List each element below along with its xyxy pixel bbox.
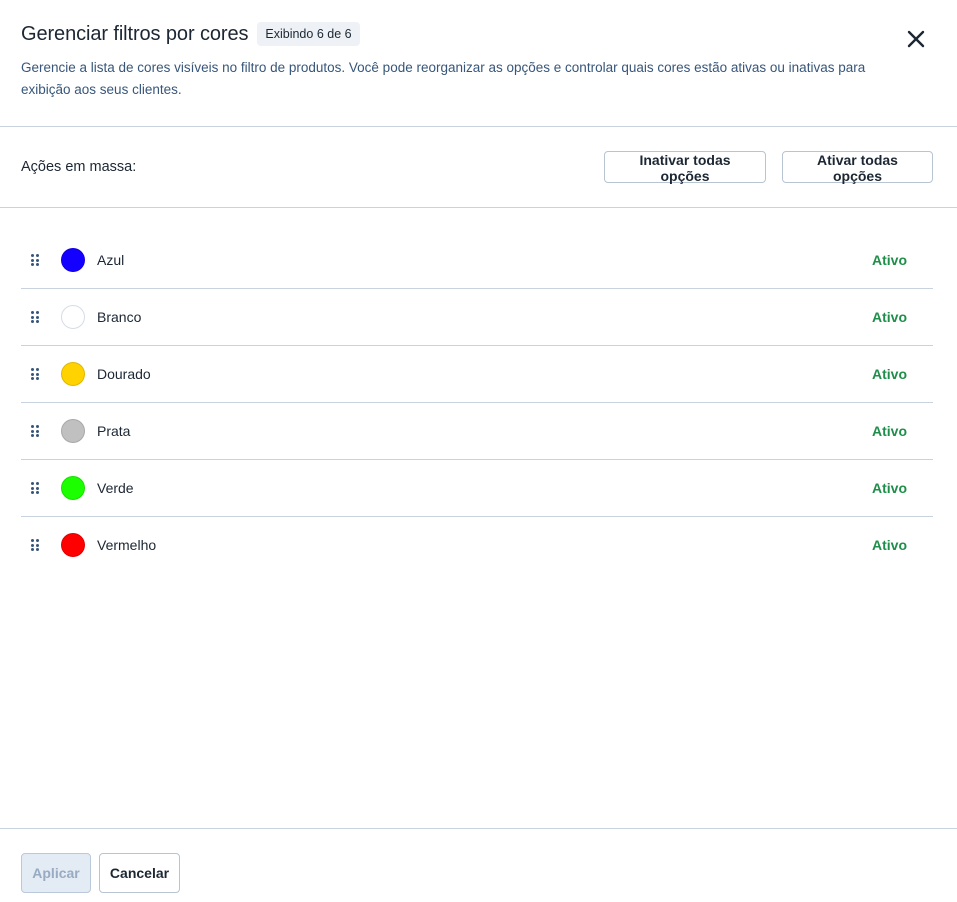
drag-dot (36, 543, 39, 547)
color-row: Azul Ativo (21, 232, 933, 289)
drag-dot (36, 377, 39, 380)
color-swatch (61, 248, 85, 272)
bulk-actions-label: Ações em massa: (21, 159, 137, 175)
color-list: Azul Ativo Branco Ativo Dourado Ativo Prata Ati… (21, 232, 933, 574)
drag-dot (31, 320, 34, 323)
drag-dot (31, 548, 34, 551)
color-name: Verde (97, 480, 134, 496)
status-toggle[interactable]: Ativo (872, 423, 907, 439)
drag-dot (31, 434, 34, 437)
color-row: Dourado Ativo (21, 346, 933, 403)
apply-button[interactable]: Aplicar (21, 853, 91, 893)
drag-dot (36, 482, 39, 485)
drag-dot (36, 372, 39, 376)
activate-all-button[interactable]: Ativar todas opções (782, 151, 933, 184)
color-swatch (61, 533, 85, 557)
drag-dot (36, 425, 39, 428)
drag-dot (31, 543, 34, 547)
drag-dot (31, 372, 34, 376)
count-badge: Exibindo 6 de 6 (257, 22, 360, 46)
modal-footer: Aplicar Cancelar (0, 828, 957, 902)
drag-handle-icon[interactable] (31, 425, 39, 437)
color-name: Vermelho (97, 537, 157, 553)
modal-title: Gerenciar filtros por cores (21, 22, 249, 45)
color-filter-modal: Gerenciar filtros por cores Exibindo 6 d… (0, 0, 957, 902)
modal-description: Gerencie a lista de cores visíveis no fi… (21, 60, 866, 97)
drag-dot (31, 368, 34, 371)
drag-dot (36, 539, 39, 542)
drag-dot (36, 254, 39, 257)
color-row: Branco Ativo (21, 289, 933, 346)
close-button[interactable] (904, 27, 928, 51)
drag-dot (31, 311, 34, 314)
status-toggle[interactable]: Ativo (872, 366, 907, 382)
color-row: Prata Ativo (21, 403, 933, 460)
drag-dot (31, 254, 34, 257)
drag-handle-icon[interactable] (31, 368, 39, 380)
drag-dot (31, 491, 34, 494)
drag-dot (31, 482, 34, 485)
color-name: Azul (97, 252, 125, 268)
color-name: Dourado (97, 366, 151, 382)
status-toggle[interactable]: Ativo (872, 480, 907, 496)
drag-dot (36, 368, 39, 371)
color-name: Prata (97, 423, 131, 439)
drag-dot (31, 425, 34, 428)
color-swatch (61, 305, 85, 329)
modal-header: Gerenciar filtros por cores Exibindo 6 d… (0, 0, 957, 127)
color-swatch (61, 476, 85, 500)
drag-dot (36, 486, 39, 490)
color-swatch (61, 362, 85, 386)
drag-handle-icon[interactable] (31, 539, 39, 551)
drag-handle-icon[interactable] (31, 482, 39, 494)
drag-dot (31, 377, 34, 380)
drag-dot (36, 320, 39, 323)
drag-dot (36, 548, 39, 551)
drag-dot (31, 429, 34, 433)
color-swatch (61, 419, 85, 443)
title-row: Gerenciar filtros por cores Exibindo 6 d… (21, 22, 360, 46)
deactivate-all-button[interactable]: Inativar todas opções (604, 151, 766, 184)
status-toggle[interactable]: Ativo (872, 309, 907, 325)
drag-handle-icon[interactable] (31, 254, 39, 266)
bulk-actions-bar: Ações em massa: Inativar todas opções At… (0, 127, 957, 208)
drag-dot (36, 491, 39, 494)
status-toggle[interactable]: Ativo (872, 252, 907, 268)
drag-dot (36, 311, 39, 314)
drag-dot (31, 486, 34, 490)
cancel-button[interactable]: Cancelar (99, 853, 180, 893)
drag-dot (36, 434, 39, 437)
drag-handle-icon[interactable] (31, 311, 39, 323)
drag-dot (31, 315, 34, 319)
color-row: Verde Ativo (21, 460, 933, 517)
color-row: Vermelho Ativo (21, 517, 933, 574)
drag-dot (31, 263, 34, 266)
status-toggle[interactable]: Ativo (872, 537, 907, 553)
close-icon (907, 30, 925, 48)
color-name: Branco (97, 309, 142, 325)
drag-dot (31, 258, 34, 262)
drag-dot (36, 429, 39, 433)
drag-dot (36, 263, 39, 266)
drag-dot (36, 315, 39, 319)
drag-dot (31, 539, 34, 542)
drag-dot (36, 258, 39, 262)
